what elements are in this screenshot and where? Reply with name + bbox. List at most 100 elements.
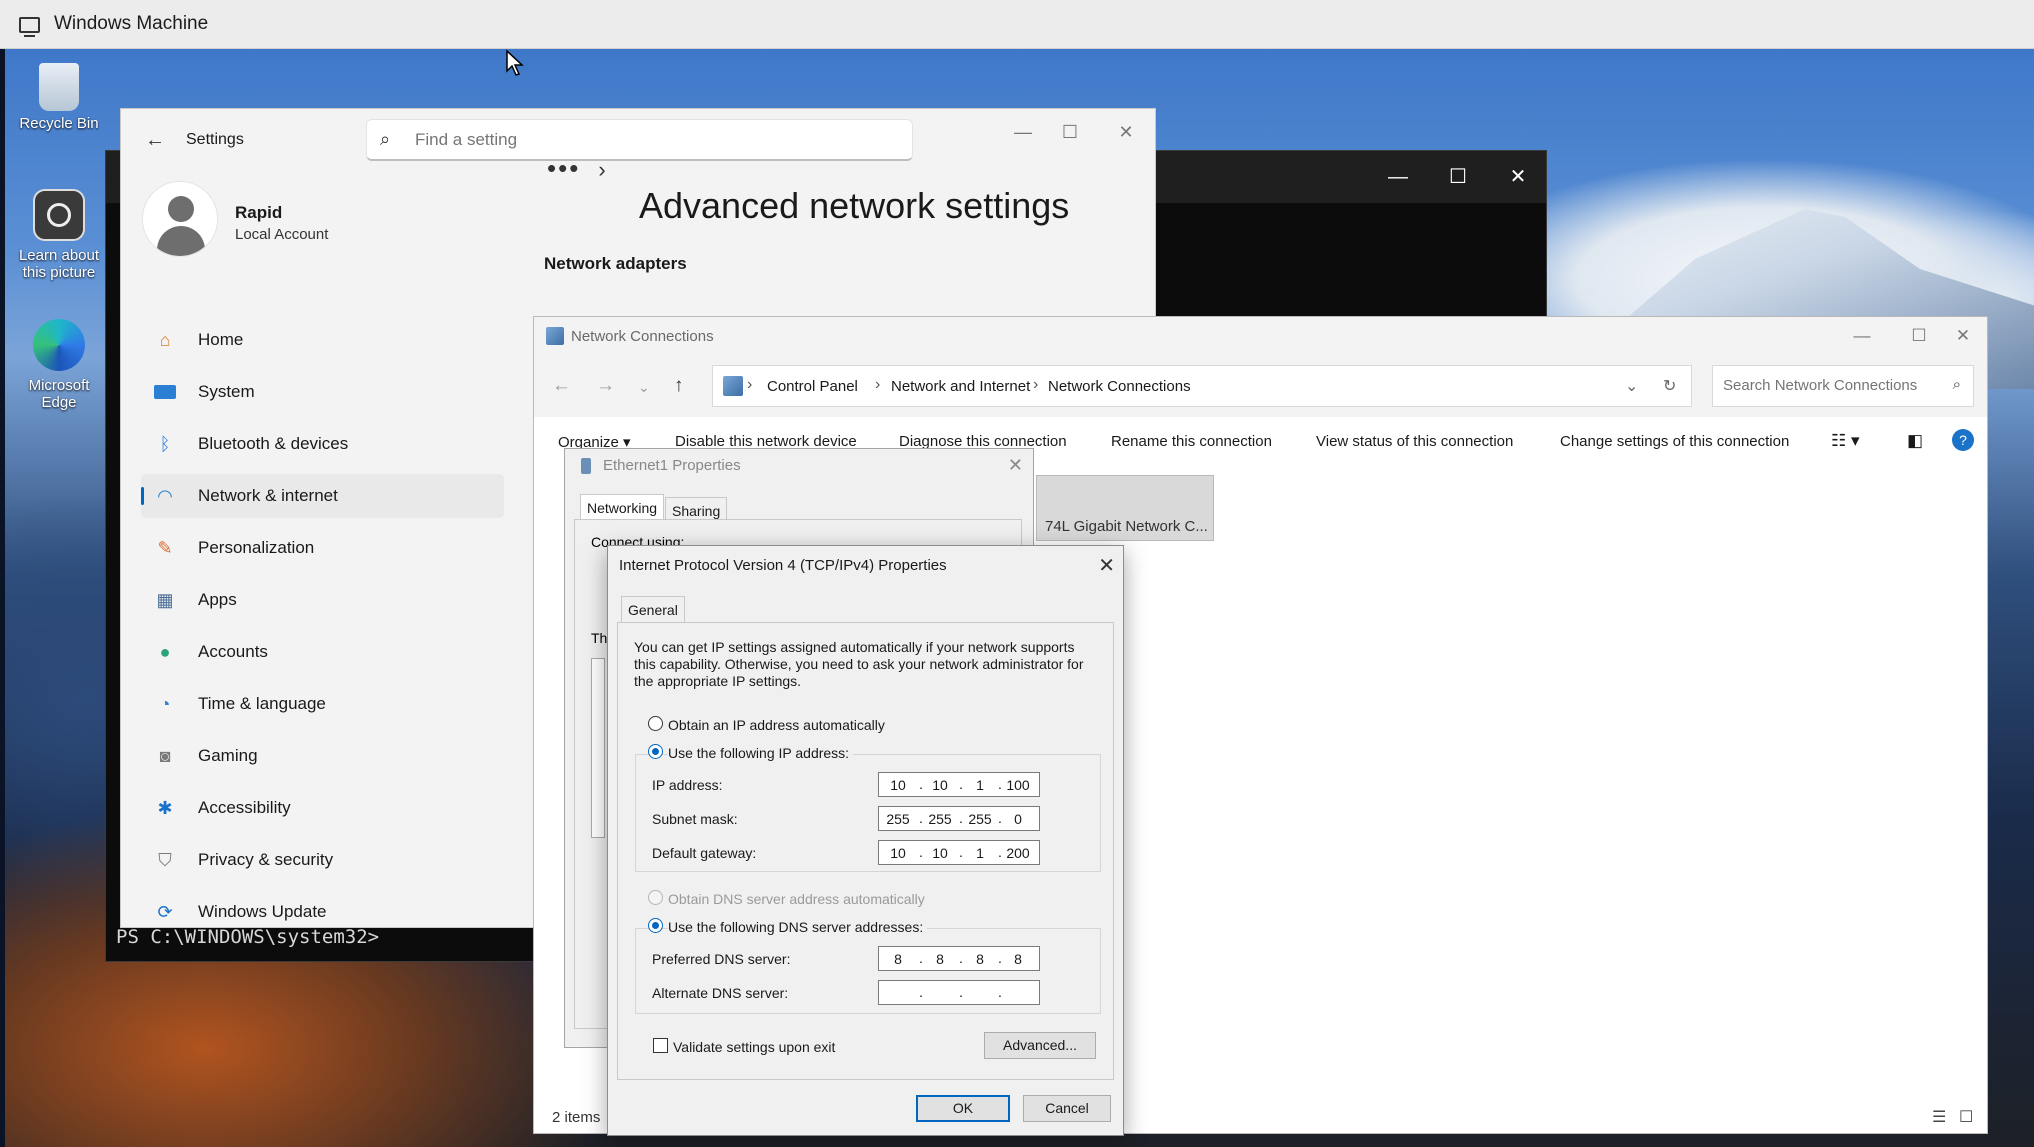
sidebar-item-network[interactable]: ◠ Network & internet — [141, 474, 504, 518]
default-gateway-label: Default gateway: — [652, 845, 757, 861]
use-following-ip-radio[interactable] — [648, 744, 663, 759]
sidebar-item-accounts[interactable]: ● Accounts — [141, 630, 504, 674]
settings-search-input[interactable] — [415, 127, 885, 153]
default-gateway-field[interactable]: 10. 10. 1. 200 — [878, 840, 1040, 865]
view-status-command[interactable]: View status of this connection — [1316, 433, 1513, 450]
breadcrumb-network-connections[interactable]: Network Connections — [1048, 378, 1191, 395]
use-following-ip-label[interactable]: Use the following IP address: — [668, 745, 854, 761]
user-name: Rapid — [235, 203, 283, 222]
ok-button[interactable]: OK — [916, 1095, 1010, 1122]
settings-search-box[interactable]: ⌕ — [366, 119, 913, 161]
help-icon[interactable]: ? — [1952, 429, 1974, 451]
close-button[interactable]: ✕ — [1941, 323, 1985, 349]
close-button[interactable]: ✕ — [1098, 553, 1115, 578]
maximize-button[interactable]: ☐ — [1435, 161, 1481, 193]
advanced-button[interactable]: Advanced... — [984, 1032, 1096, 1059]
close-button[interactable]: ✕ — [1103, 117, 1149, 147]
desktop-icon-learn-picture[interactable]: Learn about this picture — [11, 189, 107, 281]
sidebar-item-gaming[interactable]: ◙ Gaming — [141, 734, 504, 778]
sidebar-item-apps[interactable]: ▦ Apps — [141, 578, 504, 622]
sidebar-item-privacy[interactable]: ⛉ Privacy & security — [141, 838, 504, 882]
large-icons-view-icon[interactable]: ☐ — [1959, 1107, 1973, 1127]
sidebar-item-accessibility[interactable]: ✱ Accessibility — [141, 786, 504, 830]
up-arrow-icon[interactable]: ↑ — [674, 375, 684, 397]
maximize-button[interactable]: ☐ — [1897, 323, 1941, 349]
close-button[interactable]: ✕ — [1008, 455, 1023, 476]
adapter-item[interactable]: 74L Gigabit Network C... — [1036, 475, 1214, 541]
tab-networking[interactable]: Networking — [580, 494, 665, 520]
desktop-icon-edge[interactable]: Microsoft Edge — [11, 319, 107, 411]
search-input[interactable] — [1723, 377, 1933, 394]
octet: 10 — [890, 845, 906, 861]
octet: 255 — [968, 811, 992, 827]
cancel-button[interactable]: Cancel — [1023, 1095, 1111, 1122]
components-list[interactable] — [591, 658, 605, 838]
breadcrumb: ••• › — [547, 153, 608, 184]
avatar[interactable] — [142, 181, 218, 257]
validate-settings-checkbox[interactable] — [653, 1038, 668, 1053]
chevron-down-icon[interactable]: ⌄ — [1625, 376, 1638, 396]
use-following-dns-label[interactable]: Use the following DNS server addresses: — [668, 919, 928, 935]
sidebar-item-label: Apps — [198, 590, 237, 609]
obtain-ip-auto-radio[interactable] — [648, 716, 663, 731]
back-arrow-icon[interactable]: ← — [552, 375, 571, 397]
recent-dropdown-icon[interactable]: ⌄ — [638, 379, 650, 396]
ip-address-field[interactable]: 10. 10. 1. 100 — [878, 772, 1040, 797]
dialog-title: Internet Protocol Version 4 (TCP/IPv4) P… — [619, 557, 947, 574]
change-settings-command[interactable]: Change settings of this connection — [1560, 433, 1789, 450]
minimize-button[interactable]: — — [1000, 117, 1046, 147]
octet: 100 — [1006, 777, 1030, 793]
octet: 8 — [936, 951, 944, 967]
minimize-button[interactable]: — — [1375, 161, 1421, 193]
desktop-icon-label: Recycle Bin — [19, 115, 99, 132]
sidebar-item-personalization[interactable]: ✎ Personalization — [141, 526, 504, 570]
obtain-dns-auto-label[interactable]: Obtain DNS server address automatically — [668, 891, 925, 907]
breadcrumb-ellipsis-button[interactable]: ••• — [547, 153, 580, 183]
close-button[interactable]: ✕ — [1495, 161, 1541, 193]
back-arrow-icon[interactable]: ← — [145, 129, 165, 152]
validate-settings-label[interactable]: Validate settings upon exit — [673, 1039, 835, 1055]
sidebar-item-home[interactable]: ⌂ Home — [141, 318, 504, 362]
rename-command[interactable]: Rename this connection — [1111, 433, 1272, 450]
monitor-icon — [19, 17, 40, 37]
address-bar[interactable]: › Control Panel › Network and Internet ›… — [712, 365, 1692, 407]
search-box[interactable]: ⌕ — [1712, 365, 1974, 407]
dialog-title: Ethernet1 Properties — [603, 457, 741, 474]
alternate-dns-field[interactable]: . . . — [878, 980, 1040, 1005]
forward-arrow-icon[interactable]: → — [596, 375, 615, 397]
tab-general[interactable]: General — [621, 596, 685, 622]
subnet-mask-field[interactable]: 255. 255. 255. 0 — [878, 806, 1040, 831]
minimize-button[interactable]: — — [1840, 323, 1884, 349]
sidebar-item-system[interactable]: System — [141, 370, 504, 414]
octet: 1 — [976, 845, 984, 861]
maximize-button[interactable]: ☐ — [1047, 117, 1093, 147]
accessibility-icon: ✱ — [157, 798, 173, 818]
desktop-icon-recycle-bin[interactable]: Recycle Bin — [11, 63, 107, 132]
search-icon: ⌕ — [1952, 376, 1961, 393]
sidebar-item-bluetooth[interactable]: ᛒ Bluetooth & devices — [141, 422, 504, 466]
sidebar-item-windows-update[interactable]: ⟳ Windows Update — [141, 890, 504, 934]
breadcrumb-control-panel[interactable]: Control Panel — [767, 378, 858, 395]
view-options-icon[interactable]: ☷ ▾ — [1831, 431, 1860, 451]
sidebar-item-label: Privacy & security — [198, 850, 334, 869]
preview-pane-icon[interactable]: ◧ — [1907, 431, 1923, 451]
host-title: Windows Machine — [54, 13, 209, 34]
sidebar-item-label: Network & internet — [198, 486, 338, 505]
chevron-right-icon: › — [747, 376, 753, 393]
chevron-right-icon: › — [875, 376, 881, 393]
obtain-dns-auto-radio[interactable] — [648, 890, 663, 905]
obtain-ip-auto-label[interactable]: Obtain an IP address automatically — [668, 717, 885, 733]
page-title: Advanced network settings — [639, 185, 1070, 226]
navigation-bar: ← → ⌄ ↑ › Control Panel › Network and In… — [534, 355, 1987, 417]
update-icon: ⟳ — [157, 902, 173, 922]
breadcrumb-network-internet[interactable]: Network and Internet — [891, 378, 1030, 395]
network-connections-icon — [546, 327, 564, 345]
details-view-icon[interactable]: ☰ — [1932, 1107, 1946, 1127]
preferred-dns-field[interactable]: 8. 8. 8. 8 — [878, 946, 1040, 971]
use-following-dns-radio[interactable] — [648, 918, 663, 933]
octet: 8 — [976, 951, 984, 967]
refresh-icon[interactable]: ↻ — [1663, 376, 1676, 396]
search-icon: ⌕ — [380, 129, 391, 149]
octet: 255 — [928, 811, 952, 827]
sidebar-item-time-language[interactable]: ◔ Time & language — [141, 682, 504, 726]
